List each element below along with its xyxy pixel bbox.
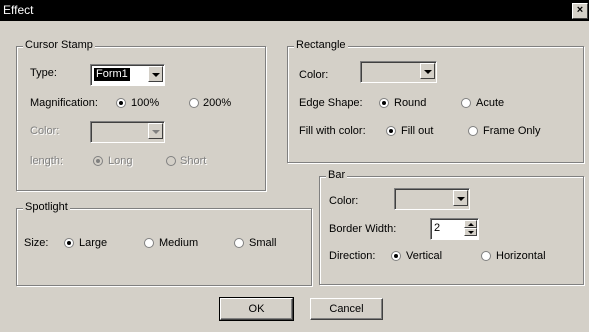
edge-acute-label[interactable]: Acute [476, 97, 504, 109]
chevron-down-icon[interactable] [420, 63, 435, 79]
length-short-label[interactable]: Short [180, 155, 206, 167]
cursor-stamp-legend: Cursor Stamp [23, 39, 95, 51]
mag-100-radio[interactable] [116, 98, 126, 108]
type-selected-value: Form1 [94, 68, 130, 81]
type-label: Type: [30, 67, 57, 79]
length-long-label[interactable]: Long [108, 155, 132, 167]
size-small-label[interactable]: Small [249, 237, 277, 249]
size-small-radio[interactable] [234, 238, 244, 248]
bar-color-dropdown[interactable] [394, 188, 470, 210]
rectangle-legend: Rectangle [294, 39, 348, 51]
edge-shape-label: Edge Shape: [299, 97, 363, 109]
frame-only-label[interactable]: Frame Only [483, 125, 540, 137]
mag-100-label[interactable]: 100% [131, 97, 159, 109]
spinner-buttons [464, 220, 477, 236]
size-label: Size: [24, 237, 49, 249]
border-width-spinner[interactable]: 2 [430, 218, 479, 240]
bar-legend: Bar [326, 169, 348, 181]
spotlight-legend: Spotlight [23, 201, 70, 213]
border-width-label: Border Width: [329, 223, 397, 235]
chevron-down-icon[interactable] [148, 66, 163, 82]
edge-round-label[interactable]: Round [394, 97, 426, 109]
length-long-radio[interactable] [93, 156, 103, 166]
spin-down-icon[interactable] [464, 228, 477, 236]
ok-button[interactable]: OK [219, 297, 294, 321]
stamp-color-label: Color: [30, 125, 60, 137]
direction-label: Direction: [329, 250, 376, 262]
spin-up-icon[interactable] [464, 220, 477, 228]
cancel-button[interactable]: Cancel [310, 298, 383, 320]
mag-200-label[interactable]: 200% [203, 97, 231, 109]
type-dropdown[interactable]: Form1 [90, 64, 165, 86]
window-title: Effect [3, 3, 34, 17]
stamp-color-dropdown[interactable] [90, 121, 165, 143]
length-short-radio[interactable] [166, 156, 176, 166]
fill-out-radio[interactable] [386, 126, 396, 136]
rect-color-label: Color: [299, 69, 329, 81]
edge-acute-radio[interactable] [461, 98, 471, 108]
close-icon[interactable]: × [572, 3, 588, 19]
length-label: length: [30, 155, 64, 167]
direction-horizontal-label[interactable]: Horizontal [496, 250, 546, 262]
fill-label: Fill with color: [299, 125, 366, 137]
size-large-label[interactable]: Large [79, 237, 107, 249]
size-medium-radio[interactable] [144, 238, 154, 248]
border-width-value[interactable]: 2 [434, 222, 440, 234]
fill-out-label[interactable]: Fill out [401, 125, 433, 137]
direction-vertical-radio[interactable] [391, 251, 401, 261]
mag-200-radio[interactable] [189, 98, 199, 108]
direction-vertical-label[interactable]: Vertical [406, 250, 442, 262]
dialog-body: Cursor Stamp Type: Form1 Magnification: … [0, 21, 589, 332]
size-medium-label[interactable]: Medium [159, 237, 198, 249]
frame-only-radio[interactable] [468, 126, 478, 136]
rect-color-dropdown[interactable] [360, 61, 437, 83]
chevron-down-icon[interactable] [453, 190, 468, 206]
edge-round-radio[interactable] [379, 98, 389, 108]
bar-color-label: Color: [329, 195, 359, 207]
chevron-down-icon[interactable] [148, 123, 163, 139]
direction-horizontal-radio[interactable] [481, 251, 491, 261]
magnification-label: Magnification: [30, 97, 98, 109]
size-large-radio[interactable] [64, 238, 74, 248]
title-bar: Effect × [0, 0, 589, 21]
